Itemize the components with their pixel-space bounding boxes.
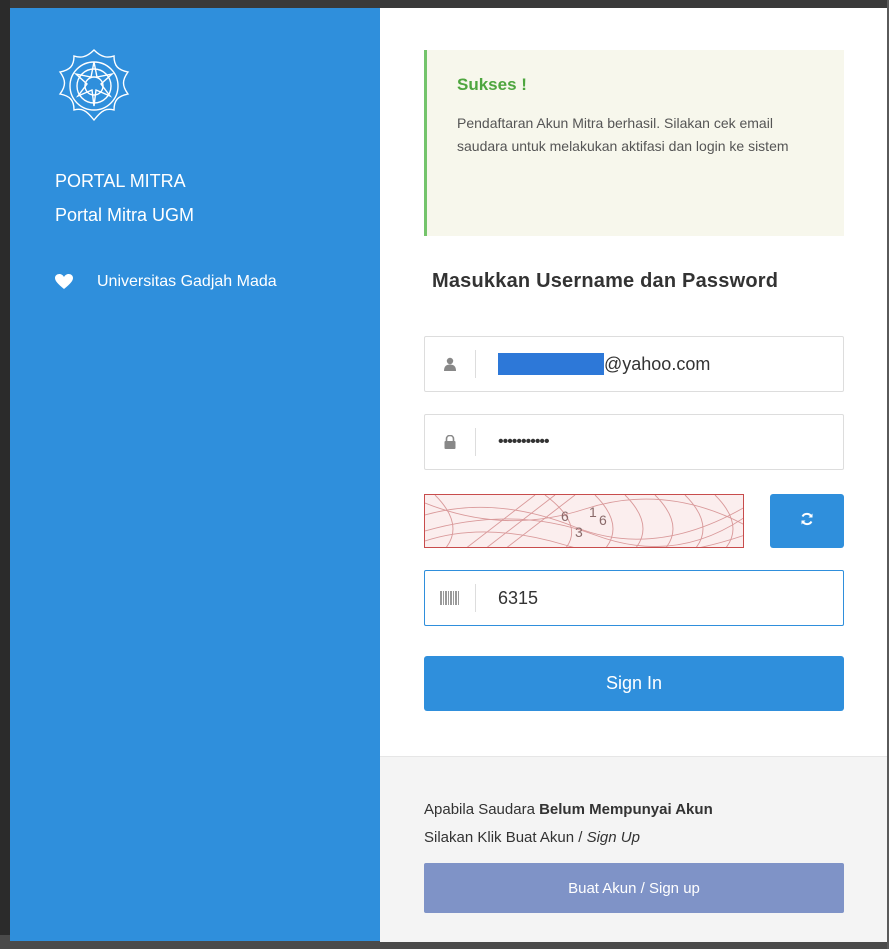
user-icon: [425, 337, 475, 391]
password-input[interactable]: •••••••••••: [476, 415, 843, 469]
alert-message: Pendaftaran Akun Mitra berhasil. Silakan…: [457, 115, 789, 154]
refresh-icon: [800, 512, 814, 531]
footer-line-1-text: Apabila Saudara: [424, 801, 540, 818]
footer-line-1-bold: Belum Mempunyai Akun: [539, 801, 713, 818]
signup-footer: Apabila Saudara Belum Mempunyai Akun Sil…: [380, 756, 887, 942]
captcha-image: 6 3 1 6: [424, 494, 744, 548]
signup-button[interactable]: Buat Akun / Sign up: [424, 863, 844, 913]
login-panel: Sukses ! Pendaftaran Akun Mitra berhasil…: [380, 8, 887, 942]
barcode-icon: [425, 571, 475, 625]
footer-line-1: Apabila Saudara Belum Mempunyai Akun: [424, 801, 713, 818]
page-background: [0, 0, 10, 949]
ugm-logo: [52, 44, 136, 128]
university-link[interactable]: Universitas Gadjah Mada: [55, 272, 277, 292]
footer-line-2-text: Silakan Klik Buat Akun /: [424, 829, 587, 846]
password-field[interactable]: •••••••••••: [424, 414, 844, 470]
refresh-captcha-button[interactable]: [770, 494, 844, 548]
username-input[interactable]: @yahoo.com: [476, 337, 843, 391]
heart-icon: [55, 274, 73, 290]
sign-in-button[interactable]: Sign In: [424, 656, 844, 711]
captcha-char: 1: [589, 504, 597, 520]
redacted-text: [498, 353, 604, 375]
captcha-char: 6: [561, 508, 569, 524]
university-link-label: Universitas Gadjah Mada: [97, 273, 277, 290]
portal-subtitle: Portal Mitra UGM: [55, 205, 195, 225]
lock-icon: [425, 415, 475, 469]
success-alert: Sukses ! Pendaftaran Akun Mitra berhasil…: [424, 50, 844, 236]
captcha-char: 3: [575, 524, 583, 540]
sidebar: PORTAL MITRA Portal Mitra UGM Universita…: [10, 8, 380, 941]
form-heading: Masukkan Username dan Password: [432, 270, 779, 292]
username-value: @yahoo.com: [604, 353, 711, 374]
username-field[interactable]: @yahoo.com: [424, 336, 844, 392]
alert-title: Sukses !: [457, 75, 527, 94]
portal-title: PORTAL MITRA: [55, 171, 186, 191]
footer-line-2: Silakan Klik Buat Akun / Sign Up: [424, 829, 640, 846]
captcha-field[interactable]: 6315: [424, 570, 844, 626]
captcha-char: 6: [599, 512, 607, 528]
footer-line-2-italic: Sign Up: [586, 829, 640, 846]
captcha-input[interactable]: 6315: [476, 571, 843, 625]
